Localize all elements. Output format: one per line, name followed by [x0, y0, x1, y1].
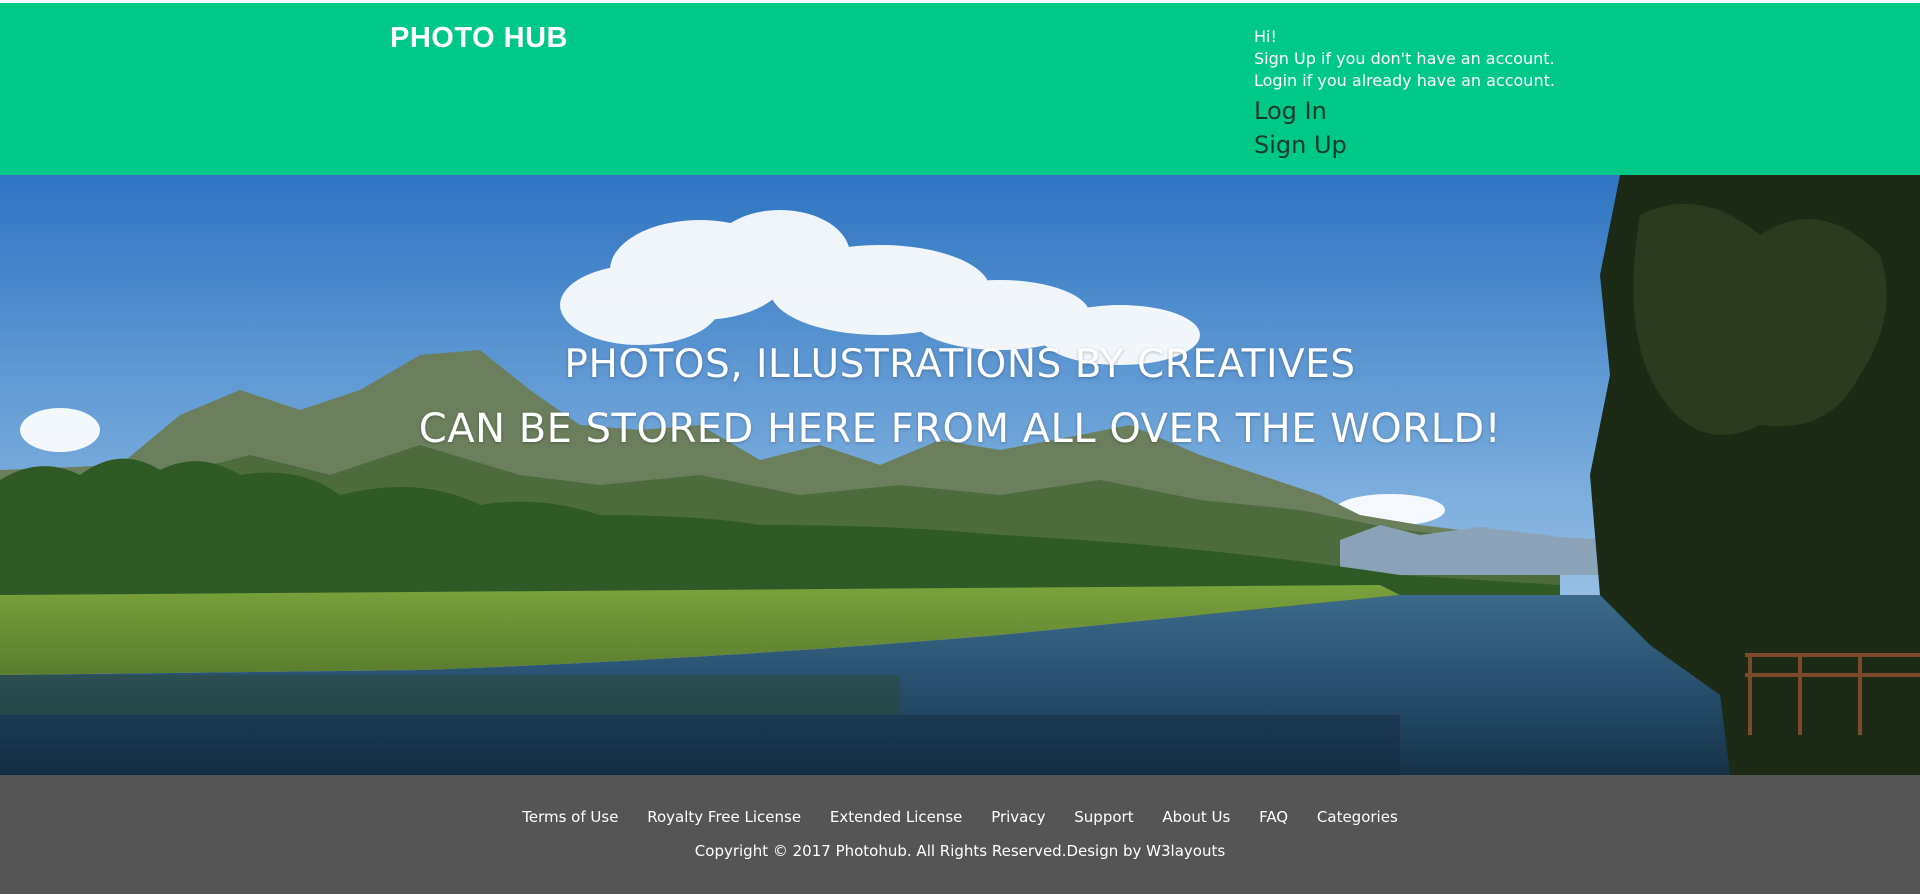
site-header: PHOTO HUB Hi! Sign Up if you don't have … — [0, 3, 1920, 175]
footer-link-about-us[interactable]: About Us — [1162, 808, 1230, 826]
site-footer: Terms of Use Royalty Free License Extend… — [0, 775, 1920, 894]
login-link[interactable]: Log In — [1254, 94, 1555, 128]
footer-link-royalty-free-license[interactable]: Royalty Free License — [647, 808, 801, 826]
footer-link-terms[interactable]: Terms of Use — [522, 808, 618, 826]
account-panel: Hi! Sign Up if you don't have an account… — [1254, 26, 1555, 162]
footer-link-support[interactable]: Support — [1074, 808, 1133, 826]
brand-logo-text[interactable]: PHOTO HUB — [390, 22, 568, 55]
greeting-text: Hi! — [1254, 27, 1277, 46]
footer-link-privacy[interactable]: Privacy — [991, 808, 1045, 826]
login-hint-text: Login if you already have an account. — [1254, 71, 1555, 90]
signup-link[interactable]: Sign Up — [1254, 128, 1555, 162]
hero-headline-line-1: PHOTOS, ILLUSTRATIONS BY CREATIVES — [564, 342, 1356, 387]
footer-nav: Terms of Use Royalty Free License Extend… — [0, 808, 1920, 826]
hero-banner: PHOTOS, ILLUSTRATIONS BY CREATIVES CAN B… — [0, 175, 1920, 775]
footer-link-extended-license[interactable]: Extended License — [830, 808, 963, 826]
copyright-text: Copyright © 2017 Photohub. All Rights Re… — [694, 842, 1226, 860]
footer-link-faq[interactable]: FAQ — [1259, 808, 1288, 826]
signup-hint-text: Sign Up if you don't have an account. — [1254, 49, 1555, 68]
hero-headline: PHOTOS, ILLUSTRATIONS BY CREATIVES CAN B… — [0, 175, 1920, 775]
hero-headline-line-2: CAN BE STORED HERE FROM ALL OVER THE WOR… — [418, 406, 1502, 452]
footer-link-categories[interactable]: Categories — [1317, 808, 1398, 826]
